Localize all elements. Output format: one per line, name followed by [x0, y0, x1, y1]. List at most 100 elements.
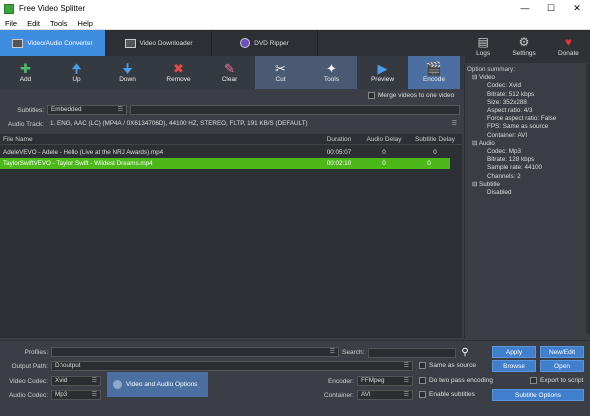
summary-scrollbar[interactable] — [586, 64, 590, 334]
tab-label: DVD Ripper — [254, 39, 289, 47]
browse-button[interactable]: Browse — [492, 360, 536, 372]
subtitle-options-button[interactable]: Subtitle Options — [492, 389, 584, 401]
menu-tools[interactable]: Tools — [45, 19, 73, 28]
profiles-row: Profiles: ☰ — [0, 347, 339, 357]
menu-help[interactable]: Help — [73, 19, 98, 28]
preview-button[interactable]: ▶ Preview — [357, 56, 408, 89]
tools-label: Tools — [323, 76, 340, 83]
row-audio-delay: 0 — [382, 149, 386, 156]
cut-label: Cut — [275, 76, 286, 83]
tools-button[interactable]: ✦ Tools — [306, 56, 357, 89]
add-button[interactable]: ✚ Add — [0, 56, 51, 89]
subtitles-select[interactable]: Embedded ☰ — [47, 105, 127, 115]
new-edit-button[interactable]: New/Edit — [540, 346, 584, 358]
encode-button[interactable]: 🎬 Encode — [408, 56, 460, 89]
tab-video-audio-converter[interactable]: Video/Audio Converter — [0, 30, 106, 56]
remove-button[interactable]: ✖ Remove — [153, 56, 204, 89]
same-as-source-checkbox[interactable] — [419, 362, 426, 369]
export-script-option[interactable]: Export to script — [530, 377, 583, 384]
row-audio-delay: 0 — [382, 160, 386, 167]
output-path-input[interactable]: D:\output ☰ — [51, 361, 413, 371]
audio-codec-label: Audio Codec: — [8, 391, 48, 399]
clapper-icon: 🎬 — [425, 61, 443, 76]
clear-button[interactable]: ✎ Clear — [204, 56, 255, 89]
video-codec-select[interactable]: Xvid ☰ — [51, 376, 101, 386]
audio-codec-select[interactable]: Mp3 ☰ — [51, 390, 101, 400]
apply-button[interactable]: Apply — [492, 346, 536, 358]
summary-section-audio[interactable]: ⊟ Audio — [467, 140, 588, 148]
section-name: Video — [479, 74, 496, 82]
logs-button[interactable]: ▤ Logs — [476, 36, 490, 57]
container-value: AVI — [361, 391, 371, 398]
toolbar: ✚ Add 🠉 Up 🠋 Down ✖ Remove ✎ Clear ✂ Cut… — [0, 56, 465, 89]
two-pass-option[interactable]: Do two pass encoding — [419, 377, 493, 384]
disc-icon — [240, 38, 251, 48]
same-as-source-option[interactable]: Same as source — [419, 362, 476, 369]
play-icon: ▶ — [377, 61, 388, 76]
header-audio-delay[interactable]: Audio Delay — [360, 136, 408, 143]
table-row[interactable]: AdeleVEVO - Adele - Hello (Live at the N… — [0, 147, 462, 158]
down-button[interactable]: 🠋 Down — [102, 56, 153, 89]
row-file-name: TaylorSwiftVEVO - Taylor Swift - Wildest… — [3, 160, 153, 167]
tab-strip: Video/Audio Converter Video Downloader D… — [0, 30, 465, 56]
merge-label: Merge videos to one video — [378, 92, 455, 99]
tab-label: Video Downloader — [139, 39, 193, 47]
merge-checkbox[interactable] — [368, 92, 375, 99]
minimize-button[interactable]: — — [512, 0, 538, 17]
encoder-label: Encoder: — [327, 377, 354, 385]
audio-track-select[interactable]: 1. ENG, AAC (LC) (MP4A / 0X6134706D), 44… — [47, 119, 460, 129]
dropdown-icon: ☰ — [403, 378, 409, 384]
open-button[interactable]: Open — [540, 360, 584, 372]
encoder-select[interactable]: FFMpeg ☰ — [357, 376, 413, 386]
summary-section-video[interactable]: ⊟ Video — [467, 74, 588, 82]
merge-option[interactable]: Merge videos to one video — [368, 92, 454, 99]
row-file-name: AdeleVEVO - Adele - Hello (Live at the N… — [3, 149, 164, 156]
search-row: Search: ⚲ — [342, 347, 469, 358]
encoder-value: FFMpeg — [361, 377, 385, 384]
settings-button[interactable]: ⚙ Settings — [512, 36, 536, 57]
dropdown-icon: ☰ — [329, 349, 335, 355]
two-pass-checkbox[interactable] — [419, 377, 426, 384]
download-icon — [124, 38, 136, 48]
plus-icon: ✚ — [20, 61, 31, 76]
output-path-label: Output Path: — [11, 362, 49, 370]
cut-button[interactable]: ✂ Cut — [255, 56, 306, 89]
menu-file[interactable]: File — [0, 19, 22, 28]
video-audio-options-button[interactable]: Video and Audio Options — [107, 372, 208, 397]
donate-button[interactable]: ♥ Donate — [558, 36, 579, 57]
enable-subtitles-option[interactable]: Enable subtitles — [419, 391, 475, 398]
audio-codec-value: Mp3 — [55, 391, 68, 398]
summary-item: Channels: 2 — [487, 172, 521, 180]
video-audio-options-label: Video and Audio Options — [126, 381, 198, 388]
summary-item: Bitrate: 512 kbps — [487, 90, 535, 98]
enable-subtitles-checkbox[interactable] — [419, 391, 426, 398]
dropdown-icon: ☰ — [403, 363, 409, 369]
dropdown-icon: ☰ — [451, 121, 457, 127]
output-path-value: D:\output — [55, 362, 81, 369]
dropdown-icon: ☰ — [403, 392, 409, 398]
summary-item: Codec: Mp3 — [487, 148, 521, 156]
header-subtitle-delay[interactable]: Subtitle Delay — [408, 136, 462, 143]
search-input[interactable] — [368, 347, 457, 358]
profiles-select[interactable]: ☰ — [51, 347, 339, 357]
up-button[interactable]: 🠉 Up — [51, 56, 102, 89]
menu-edit[interactable]: Edit — [22, 19, 45, 28]
table-row-selected[interactable]: TaylorSwiftVEVO - Taylor Swift - Wildest… — [0, 158, 450, 169]
title-bar: Free Video Splitter — ☐ ✕ — [0, 0, 590, 17]
summary-section-subtitle[interactable]: ⊟ Subtitle — [467, 181, 588, 189]
maximize-button[interactable]: ☐ — [538, 0, 564, 17]
audio-track-value: 1. ENG, AAC (LC) (MP4A / 0X6134706D), 44… — [50, 120, 308, 127]
container-select[interactable]: AVI ☰ — [357, 390, 413, 400]
subtitles-path-input[interactable] — [130, 105, 460, 115]
row-duration: 00:05:07 — [326, 149, 352, 156]
tab-dvd-ripper[interactable]: DVD Ripper — [212, 30, 318, 56]
header-duration[interactable]: Duration — [318, 136, 360, 143]
tab-video-downloader[interactable]: Video Downloader — [106, 30, 212, 56]
export-script-checkbox[interactable] — [530, 377, 537, 384]
close-button[interactable]: ✕ — [564, 0, 590, 17]
profiles-label: Profiles: — [24, 348, 48, 356]
summary-item: Container: AVI — [487, 131, 528, 139]
header-file-name[interactable]: File Name — [0, 136, 318, 143]
search-icon[interactable]: ⚲ — [461, 347, 468, 358]
encode-label: Encode — [422, 76, 446, 83]
